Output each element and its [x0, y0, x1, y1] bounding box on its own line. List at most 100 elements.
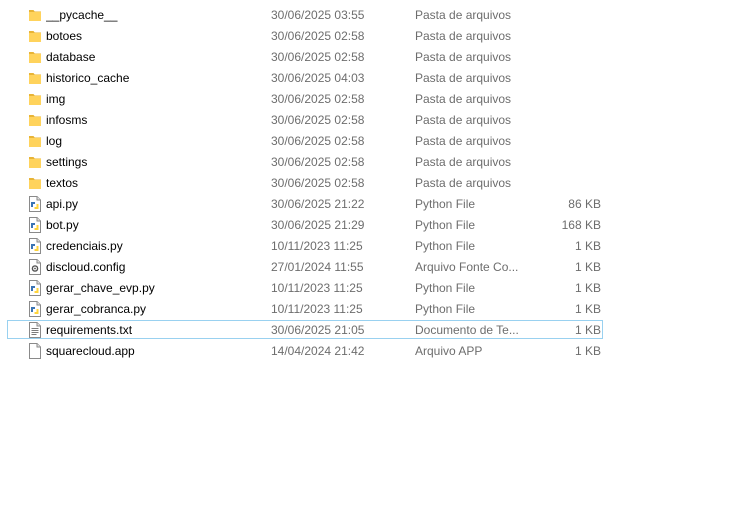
file-size: 86 KB	[568, 197, 601, 211]
python-file-icon	[28, 301, 42, 317]
file-type: Arquivo APP	[415, 344, 483, 358]
folder-icon	[28, 91, 42, 107]
file-row[interactable]: historico_cache 30/06/2025 04:03 Pasta de …	[0, 68, 738, 89]
file-date-modified: 30/06/2025 02:58	[271, 113, 365, 127]
file-date-modified: 30/06/2025 02:58	[271, 92, 365, 106]
file-name: api.py	[46, 197, 79, 211]
file-row[interactable]: log 30/06/2025 02:58 Pasta de arquivos	[0, 131, 738, 152]
folder-icon	[28, 112, 42, 128]
file-date-modified: 30/06/2025 02:58	[271, 176, 365, 190]
file-row[interactable]: settings 30/06/2025 02:58 Pasta de arquivo…	[0, 152, 738, 173]
file-date-modified: 30/06/2025 21:05	[271, 323, 365, 337]
file-type: Pasta de arquivos	[415, 155, 512, 169]
file-type: Pasta de arquivos	[415, 29, 512, 43]
file-row[interactable]: __pycache__ 30/06/2025 03:55 Pasta de arqu…	[0, 5, 738, 26]
file-date-modified: 27/01/2024 11:55	[271, 260, 364, 274]
file-row[interactable]: credenciais.py 10/11/2023 11:25 Python Fil…	[0, 236, 738, 257]
file-size: 1 KB	[574, 260, 601, 274]
folder-icon	[28, 28, 42, 44]
folder-icon	[28, 70, 42, 86]
file-date-modified: 30/06/2025 02:58	[271, 155, 365, 169]
file-name: database	[46, 50, 96, 64]
file-type: Pasta de arquivos	[415, 113, 512, 127]
file-name: credenciais.py	[46, 239, 123, 253]
file-name: img	[46, 92, 66, 106]
folder-icon	[28, 175, 42, 191]
file-name: historico_cache	[46, 71, 130, 85]
file-type: Python File	[415, 197, 476, 211]
file-row[interactable]: img 30/06/2025 02:58 Pasta de arquivos	[0, 89, 738, 110]
file-type: Pasta de arquivos	[415, 134, 512, 148]
file-date-modified: 30/06/2025 21:22	[271, 197, 365, 211]
file-size: 1 KB	[574, 281, 601, 295]
file-type: Pasta de arquivos	[415, 50, 512, 64]
file-type: Python File	[415, 239, 476, 253]
file-name: textos	[46, 176, 79, 190]
file-name: gerar_cobranca.py	[46, 302, 147, 316]
file-row[interactable]: gerar_cobranca.py 10/11/2023 11:25 Python …	[0, 299, 738, 320]
file-name: squarecloud.app	[46, 344, 135, 358]
folder-icon	[28, 49, 42, 65]
file-size	[520, 131, 601, 152]
file-name: gerar_chave_evp.py	[46, 281, 155, 295]
file-size: 1 KB	[574, 239, 601, 253]
file-size: 1 KB	[574, 302, 601, 316]
file-row[interactable]: database 30/06/2025 02:58 Pasta de arquivo…	[0, 47, 738, 68]
file-size	[520, 152, 601, 173]
file-row[interactable]: discloud.config 27/01/2024 11:55 Arquivo F…	[0, 257, 738, 278]
python-file-icon	[28, 280, 42, 296]
file-date-modified: 14/04/2024 21:42	[271, 344, 365, 358]
file-size: 1 KB	[574, 344, 601, 358]
file-size	[520, 68, 601, 89]
file-type: Pasta de arquivos	[415, 8, 512, 22]
file-row[interactable]: infosms 30/06/2025 02:58 Pasta de arquivos	[0, 110, 738, 131]
file-date-modified: 30/06/2025 02:58	[271, 29, 365, 43]
folder-icon	[28, 133, 42, 149]
file-name: __pycache__	[46, 8, 118, 22]
file-date-modified: 30/06/2025 02:58	[271, 134, 365, 148]
file-name: log	[46, 134, 63, 148]
generic-file-icon	[28, 343, 42, 359]
text-file-icon	[28, 322, 42, 338]
file-size	[520, 89, 601, 110]
python-file-icon	[28, 238, 42, 254]
file-date-modified: 30/06/2025 03:55	[271, 8, 365, 22]
file-row[interactable]: requirements.txt 30/06/2025 21:05 Document…	[0, 320, 738, 341]
file-row[interactable]: bot.py 30/06/2025 21:29 Python File 168 KB	[0, 215, 738, 236]
config-file-icon	[28, 259, 42, 275]
file-type: Documento de Te...	[415, 323, 519, 337]
file-name: discloud.config	[46, 260, 126, 274]
file-row[interactable]: botoes 30/06/2025 02:58 Pasta de arquivos	[0, 26, 738, 47]
file-row[interactable]: textos 30/06/2025 02:58 Pasta de arquivos	[0, 173, 738, 194]
file-type: Python File	[415, 302, 476, 316]
file-type: Python File	[415, 218, 476, 232]
file-date-modified: 30/06/2025 04:03	[271, 71, 365, 85]
file-size: 168 KB	[561, 218, 601, 232]
python-file-icon	[28, 196, 42, 212]
file-name: settings	[46, 155, 88, 169]
file-name: bot.py	[46, 218, 79, 232]
file-size	[520, 110, 601, 131]
file-row[interactable]: api.py 30/06/2025 21:22 Python File 86 KB	[0, 194, 738, 215]
file-type: Pasta de arquivos	[415, 71, 512, 85]
file-type: Python File	[415, 281, 476, 295]
python-file-icon	[28, 217, 42, 233]
folder-icon	[28, 7, 42, 23]
file-name: botoes	[46, 29, 83, 43]
file-type: Pasta de arquivos	[415, 92, 512, 106]
file-date-modified: 10/11/2023 11:25	[271, 302, 363, 316]
file-date-modified: 30/06/2025 02:58	[271, 50, 365, 64]
file-size: 1 KB	[574, 323, 601, 337]
file-size	[520, 5, 601, 26]
file-name: requirements.txt	[46, 323, 133, 337]
file-type: Arquivo Fonte Co...	[415, 260, 519, 274]
file-list: __pycache__ 30/06/2025 03:55 Pasta de arqu…	[0, 5, 738, 362]
file-row[interactable]: squarecloud.app 14/04/2024 21:42 Arquivo A…	[0, 341, 738, 362]
file-size	[520, 26, 601, 47]
file-date-modified: 10/11/2023 11:25	[271, 239, 363, 253]
file-size	[520, 173, 601, 194]
file-type: Pasta de arquivos	[415, 176, 512, 190]
file-row[interactable]: gerar_chave_evp.py 10/11/2023 11:25 Python…	[0, 278, 738, 299]
folder-icon	[28, 154, 42, 170]
file-size	[520, 47, 601, 68]
